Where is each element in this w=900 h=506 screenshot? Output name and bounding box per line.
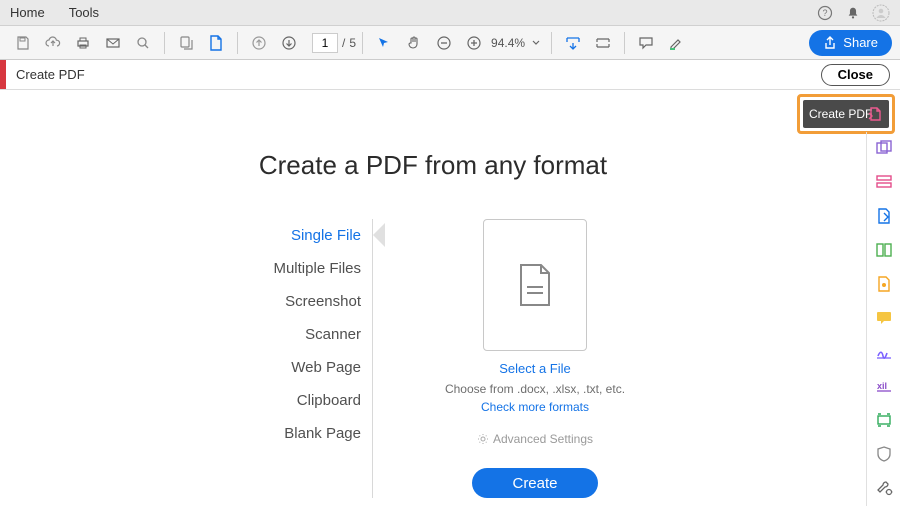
email-icon[interactable]: [101, 31, 125, 55]
source-blank-page[interactable]: Blank Page: [181, 417, 361, 450]
source-single-file[interactable]: Single File: [181, 219, 361, 252]
fit-page-icon[interactable]: [591, 31, 615, 55]
zoom-in-icon[interactable]: [462, 31, 486, 55]
rail-combine-icon[interactable]: [874, 138, 894, 158]
highlight-icon[interactable]: [664, 31, 688, 55]
share-icon: [823, 36, 837, 50]
dropzone-column: Select a File Choose from .docx, .xlsx, …: [385, 219, 685, 498]
share-button-label: Share: [843, 35, 878, 50]
rail-export-icon[interactable]: [874, 206, 894, 226]
gear-icon: [477, 433, 489, 445]
menubar: Home Tools ?: [0, 0, 900, 26]
source-list: Single File Multiple Files Screenshot Sc…: [181, 219, 361, 498]
hand-tool-icon[interactable]: [402, 31, 426, 55]
rail-organize-icon[interactable]: [874, 240, 894, 260]
rail-protect-icon[interactable]: [874, 444, 894, 464]
zoom-dropdown-icon[interactable]: [530, 31, 542, 55]
select-tool-icon[interactable]: [372, 31, 396, 55]
print-icon[interactable]: [71, 31, 95, 55]
page-current-input[interactable]: [312, 33, 338, 53]
profile-icon[interactable]: [872, 4, 890, 22]
svg-text:?: ?: [822, 8, 827, 18]
share-button[interactable]: Share: [809, 30, 892, 56]
rail-scan-icon[interactable]: [874, 410, 894, 430]
source-screenshot[interactable]: Screenshot: [181, 285, 361, 318]
format-hint: Choose from .docx, .xlsx, .txt, etc.: [445, 382, 625, 396]
svg-text:xil: xil: [877, 381, 887, 391]
rail-comment-tool-icon[interactable]: [874, 308, 894, 328]
source-multiple-files[interactable]: Multiple Files: [181, 252, 361, 285]
zoom-level[interactable]: 94.4%: [491, 36, 525, 50]
main-content: Create a PDF from any format Single File…: [0, 90, 866, 506]
help-icon[interactable]: ?: [816, 4, 834, 22]
rail-edit-icon[interactable]: [874, 172, 894, 192]
cloud-upload-icon[interactable]: [41, 31, 65, 55]
advanced-settings-label: Advanced Settings: [493, 432, 593, 446]
menu-tools[interactable]: Tools: [69, 5, 99, 20]
page-down-icon[interactable]: [277, 31, 301, 55]
page-up-icon[interactable]: [247, 31, 271, 55]
source-clipboard[interactable]: Clipboard: [181, 384, 361, 417]
comment-icon[interactable]: [634, 31, 658, 55]
save-icon[interactable]: [11, 31, 35, 55]
rail-compress-icon[interactable]: [874, 274, 894, 294]
rail-more-tools-icon[interactable]: [874, 478, 894, 498]
create-pdf-tool-icon: [867, 106, 883, 122]
toolbar: / 5 94.4% Share: [0, 26, 900, 60]
fit-width-icon[interactable]: [561, 31, 585, 55]
search-icon[interactable]: [131, 31, 155, 55]
source-web-page[interactable]: Web Page: [181, 351, 361, 384]
file-placeholder-icon: [515, 261, 555, 309]
subheader-title: Create PDF: [16, 67, 85, 82]
rail-sign-icon[interactable]: [874, 342, 894, 362]
close-button[interactable]: Close: [821, 64, 890, 86]
file-dropzone[interactable]: [483, 219, 587, 351]
source-divider: [372, 219, 373, 498]
select-file-link[interactable]: Select a File: [499, 361, 571, 376]
bell-icon[interactable]: [844, 4, 862, 22]
subheader: Create PDF Close: [0, 60, 900, 90]
source-scanner[interactable]: Scanner: [181, 318, 361, 351]
advanced-settings[interactable]: Advanced Settings: [477, 432, 593, 446]
page-indicator: / 5: [304, 33, 356, 53]
subheader-accent: [0, 60, 6, 89]
menu-home[interactable]: Home: [10, 5, 45, 20]
page-heading: Create a PDF from any format: [0, 150, 866, 181]
page-icon[interactable]: [204, 31, 228, 55]
zoom-out-icon[interactable]: [432, 31, 456, 55]
page-sep: /: [342, 36, 345, 50]
create-button[interactable]: Create: [472, 468, 597, 498]
page-total: 5: [349, 36, 356, 50]
pages-panel-icon[interactable]: [174, 31, 198, 55]
check-formats-link[interactable]: Check more formats: [481, 400, 589, 414]
rail-redact-icon[interactable]: xil: [874, 376, 894, 396]
right-rail: xil: [866, 132, 900, 506]
